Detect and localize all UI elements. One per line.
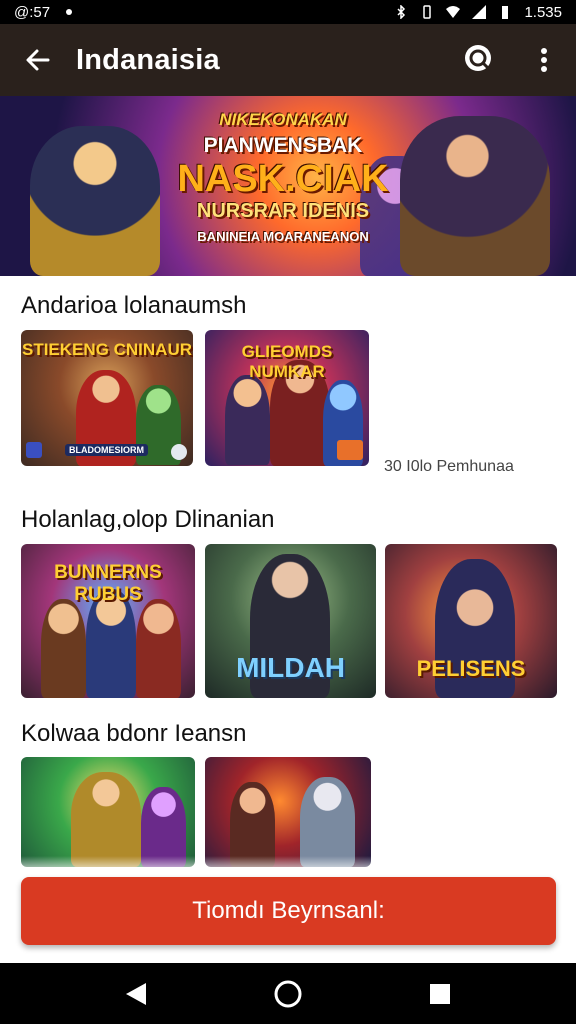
app-icon [337, 440, 363, 460]
game-card-title: STIEKENG CNINAUR [21, 340, 192, 359]
character-figure [300, 777, 355, 867]
hero-figure-left [30, 126, 160, 276]
game-card[interactable]: GLIEOMDS NUMKAR [205, 330, 369, 466]
character-figure [41, 599, 86, 698]
scroll-fade [0, 856, 576, 876]
arrow-left-icon [26, 49, 50, 71]
battery-icon [502, 6, 509, 19]
nav-home-button[interactable] [264, 970, 312, 1018]
character-figure [225, 375, 270, 465]
character-figure [230, 782, 275, 867]
section-meta: 30 I0lo Pemhunaa [384, 458, 514, 475]
nav-recents-button[interactable] [416, 970, 464, 1018]
status-time: @:57 [14, 3, 51, 21]
more-options-button[interactable] [512, 24, 576, 96]
system-nav-bar [0, 963, 576, 1024]
square-recents-icon [430, 983, 450, 1004]
game-card[interactable]: PELISENS [385, 544, 557, 698]
app-icon [26, 442, 42, 458]
game-card[interactable] [205, 757, 371, 867]
game-card-badge: BLADOMESIORM [65, 444, 148, 456]
vibrate-icon [423, 5, 432, 19]
wifi-icon [446, 6, 461, 18]
character-figure [141, 787, 186, 867]
game-card[interactable]: STIEKENG CNINAUR BLADOMESIORM [21, 330, 193, 466]
notification-dot-icon [66, 9, 73, 15]
page-title: Indanaisia [76, 43, 220, 76]
hero-figure-right [400, 116, 550, 276]
game-card-title: PELISENS [416, 656, 526, 681]
signal-icon [472, 5, 487, 19]
app-bar: Indanaisia [0, 24, 576, 96]
character-figure [136, 599, 181, 698]
primary-action-button[interactable]: Tiomdı Beyrnsanl: [21, 877, 556, 945]
status-bar: @:57 1.535 [0, 0, 576, 24]
banner-line-4: NURSRAR IDENIS [196, 200, 370, 222]
game-card[interactable] [21, 757, 195, 867]
section-title: Andarioa lolanaumsh [21, 292, 247, 319]
banner-line-2: PIANWENSBAK [203, 134, 363, 157]
game-card-title: BUNNERNS RUBUS [54, 562, 162, 605]
search-icon [465, 45, 491, 71]
featured-banner[interactable]: NIKEKONAKAN PIANWENSBAK NASK.CIAK NURSRA… [0, 96, 576, 276]
section-title: Kolwaa bdonr Ieansn [21, 720, 247, 747]
game-card-title: MILDAH [236, 652, 345, 683]
circle-home-icon [274, 980, 302, 1007]
info-icon [171, 444, 187, 460]
game-card[interactable]: MILDAH [205, 544, 376, 698]
more-vert-icon [541, 48, 547, 72]
back-button[interactable] [0, 24, 76, 96]
game-card[interactable]: BUNNERNS RUBUS [21, 544, 195, 698]
nav-back-button[interactable] [112, 970, 160, 1018]
banner-line-1: NIKEKONAKAN [219, 110, 347, 129]
banner-line-5: BANINEIA MOARANEANON [197, 229, 369, 244]
triangle-back-icon [126, 982, 146, 1005]
banner-line-3: NASK.CIAK [177, 158, 389, 200]
search-button[interactable] [448, 24, 512, 96]
game-card-title: GLIEOMDS NUMKAR [241, 342, 333, 381]
character-figure [71, 772, 141, 867]
primary-action-label: Tiomdı Beyrnsanl: [192, 897, 385, 924]
battery-text: 1.535 [524, 3, 562, 21]
section-title: Holanlag,olop Dlinanian [21, 506, 275, 533]
bluetooth-icon [397, 5, 406, 19]
